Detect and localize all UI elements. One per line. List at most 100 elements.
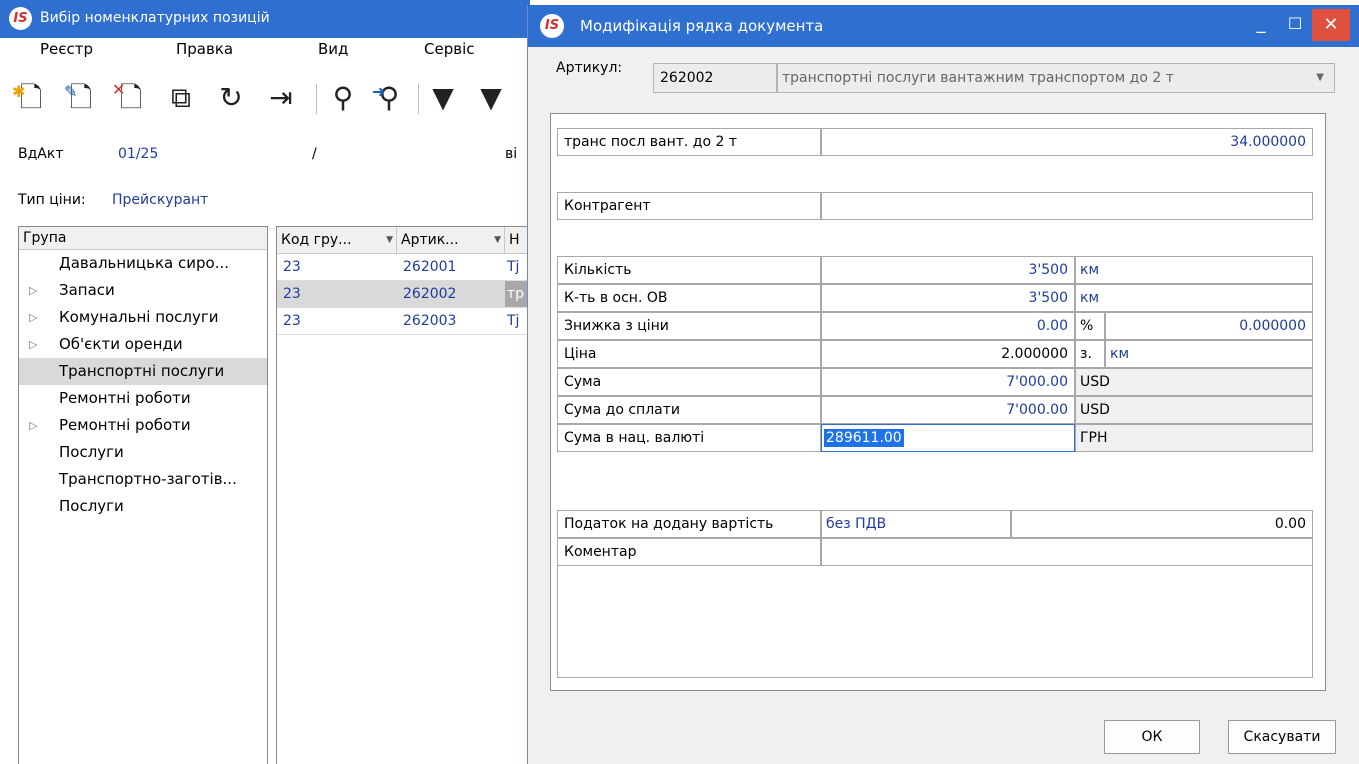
comment-label: Коментар bbox=[557, 538, 821, 566]
price-unit[interactable]: км bbox=[1105, 340, 1313, 368]
search-next-icon[interactable]: ➜ ⚲ bbox=[372, 80, 406, 116]
price-type-value[interactable]: Прейскурант bbox=[112, 192, 208, 208]
comment-field-top[interactable] bbox=[821, 538, 1313, 566]
cell-name: Тј bbox=[507, 313, 520, 329]
group-item[interactable]: Послуги bbox=[19, 493, 267, 520]
quantity-unit[interactable]: км bbox=[1075, 256, 1313, 284]
group-item[interactable]: ▷ Комунальні послуги bbox=[19, 304, 267, 331]
item-rows: 23 262001 Тј 23 262002 тр 23 262003 Тј bbox=[277, 254, 533, 335]
toolbar-divider bbox=[418, 84, 419, 114]
filter-icon[interactable]: ▼ bbox=[426, 80, 460, 116]
group-item[interactable]: Транспортно-заготів... bbox=[19, 466, 267, 493]
export-icon[interactable]: ⇥ bbox=[264, 80, 298, 116]
filter-dropdown-icon[interactable]: ▼ bbox=[494, 227, 501, 253]
quantity-base-field[interactable]: 3'500 bbox=[821, 284, 1075, 312]
quantity-base-label: К-ть в осн. ОВ bbox=[557, 284, 821, 312]
cell-name: Тј bbox=[507, 259, 520, 275]
sum-field[interactable]: 7'000.00 bbox=[821, 368, 1075, 396]
expand-arrow-icon[interactable]: ▷ bbox=[29, 412, 37, 439]
group-item-label: Послуги bbox=[59, 497, 124, 515]
bg-window-title: Вибір номенклатурних позицій bbox=[40, 10, 270, 26]
sum-pay-label: Сума до сплати bbox=[557, 396, 821, 424]
group-item[interactable]: Послуги bbox=[19, 439, 267, 466]
bg-title-bar: IS Вибір номенклатурних позицій bbox=[0, 0, 530, 38]
article-name-select[interactable]: транспортні послуги вантажним транспорто… bbox=[777, 63, 1335, 93]
price-field[interactable]: 2.000000 bbox=[821, 340, 1075, 368]
maximize-icon[interactable]: ☐ bbox=[1276, 5, 1314, 43]
group-item-label: Запаси bbox=[59, 281, 115, 299]
search-icon[interactable]: ⚲ bbox=[326, 80, 360, 116]
ok-button[interactable]: ОК bbox=[1104, 720, 1200, 754]
expand-arrow-icon[interactable]: ▷ bbox=[29, 331, 37, 358]
create-icon[interactable]: ✱ 🗋 bbox=[12, 80, 48, 116]
vat-value[interactable]: 0.00 bbox=[1011, 510, 1313, 538]
toolbar-divider bbox=[316, 84, 317, 114]
edit-icon[interactable]: ✎ 🗋 bbox=[64, 80, 98, 116]
quantity-base-unit[interactable]: км bbox=[1075, 284, 1313, 312]
menu-view[interactable]: Вид bbox=[318, 40, 348, 66]
discount-field[interactable]: 0.00 bbox=[821, 312, 1075, 340]
comment-area[interactable] bbox=[557, 566, 1313, 678]
expand-arrow-icon[interactable]: ▷ bbox=[29, 277, 37, 304]
expand-arrow-icon[interactable]: ▷ bbox=[29, 304, 37, 331]
clear-filter-icon[interactable]: ▼ bbox=[474, 80, 508, 116]
sum-pay-field[interactable]: 7'000.00 bbox=[821, 396, 1075, 424]
cancel-button[interactable]: Скасувати bbox=[1228, 720, 1336, 754]
vat-type[interactable]: без ПДВ bbox=[821, 510, 1011, 538]
cell-code: 23 bbox=[283, 313, 301, 329]
sum-national-field[interactable]: 289611.00 bbox=[821, 424, 1075, 452]
doc-from-label: ві bbox=[505, 146, 518, 162]
menu-service[interactable]: Сервіс bbox=[424, 40, 474, 66]
price-label: Ціна bbox=[557, 340, 821, 368]
filter-dropdown-icon[interactable]: ▼ bbox=[386, 227, 393, 253]
group-header[interactable]: Група bbox=[19, 227, 267, 250]
group-item-label: Транспортно-заготів... bbox=[59, 470, 237, 488]
col-article[interactable]: Артик... ▼ bbox=[397, 227, 505, 253]
refresh-icon[interactable]: ↻ bbox=[214, 80, 248, 116]
delete-icon[interactable]: ✕ 🗋 bbox=[112, 80, 148, 116]
discount-unit: % bbox=[1075, 312, 1105, 340]
cell-article: 262003 bbox=[403, 313, 457, 329]
quantity-label: Кількість bbox=[557, 256, 821, 284]
short-name-label: транс посл вант. до 2 т bbox=[557, 128, 821, 156]
table-row[interactable]: 23 262001 Тј bbox=[277, 254, 530, 281]
group-item[interactable]: ▷ Об'єкти оренди bbox=[19, 331, 267, 358]
chevron-down-icon[interactable]: ▼ bbox=[1316, 64, 1324, 92]
menu-edit[interactable]: Правка bbox=[176, 40, 233, 66]
short-name-value[interactable]: 34.000000 bbox=[821, 128, 1313, 156]
quantity-field[interactable]: 3'500 bbox=[821, 256, 1075, 284]
sum-label: Сума bbox=[557, 368, 821, 396]
col-group-code[interactable]: Код гру... ▼ bbox=[277, 227, 397, 253]
group-item-label: Послуги bbox=[59, 443, 124, 461]
article-code-field[interactable]: 262002 bbox=[653, 63, 777, 93]
app-logo-icon: IS bbox=[9, 7, 32, 30]
group-item[interactable]: Ремонтні роботи bbox=[19, 385, 267, 412]
group-item-label: Комунальні послуги bbox=[59, 308, 219, 326]
close-icon[interactable]: ✕ bbox=[1312, 9, 1350, 41]
table-row[interactable]: 23 262003 Тј bbox=[277, 308, 530, 335]
dialog-title: Модифікація рядка документа bbox=[580, 17, 824, 35]
group-item[interactable]: Давальницька сиро... bbox=[19, 250, 267, 277]
cell-article: 262001 bbox=[403, 259, 457, 275]
group-list: Давальницька сиро... ▷ Запаси ▷ Комунальні п… bbox=[19, 250, 267, 520]
sum-currency: USD bbox=[1075, 368, 1313, 396]
copy-icon[interactable]: ⧉ bbox=[164, 80, 198, 116]
group-item-label: Ремонтні роботи bbox=[59, 416, 191, 434]
minimize-icon[interactable]: _ bbox=[1242, 5, 1280, 43]
table-row[interactable]: 23 262002 тр bbox=[277, 281, 533, 308]
cell-article: 262002 bbox=[403, 286, 457, 302]
group-item[interactable]: ▷ Ремонтні роботи bbox=[19, 412, 267, 439]
group-tree: Група Давальницька сиро... ▷ Запаси ▷ Комуна… bbox=[18, 226, 268, 764]
group-item[interactable]: ▷ Запаси bbox=[19, 277, 267, 304]
counterparty-field[interactable] bbox=[821, 192, 1313, 220]
doc-separator: / bbox=[312, 146, 317, 162]
toolbar: ✱ 🗋 ✎ 🗋 ✕ 🗋 ⧉ ↻ ⇥ ⚲ ➜ ⚲ ▼ ▼ bbox=[0, 72, 530, 128]
row-form: транс посл вант. до 2 т 34.000000 Контра… bbox=[550, 113, 1326, 691]
vat-label: Податок на додану вартість bbox=[557, 510, 821, 538]
article-label: Артикул: bbox=[556, 60, 623, 76]
group-item[interactable]: Транспортні послуги bbox=[19, 358, 267, 385]
items-table: Код гру... ▼ Артик... ▼ Н 23 262001 Тј 23 2620… bbox=[276, 226, 533, 764]
discount-amount[interactable]: 0.000000 bbox=[1105, 312, 1313, 340]
menu-registry[interactable]: Реєстр bbox=[40, 40, 93, 66]
counterparty-label: Контрагент bbox=[557, 192, 821, 220]
